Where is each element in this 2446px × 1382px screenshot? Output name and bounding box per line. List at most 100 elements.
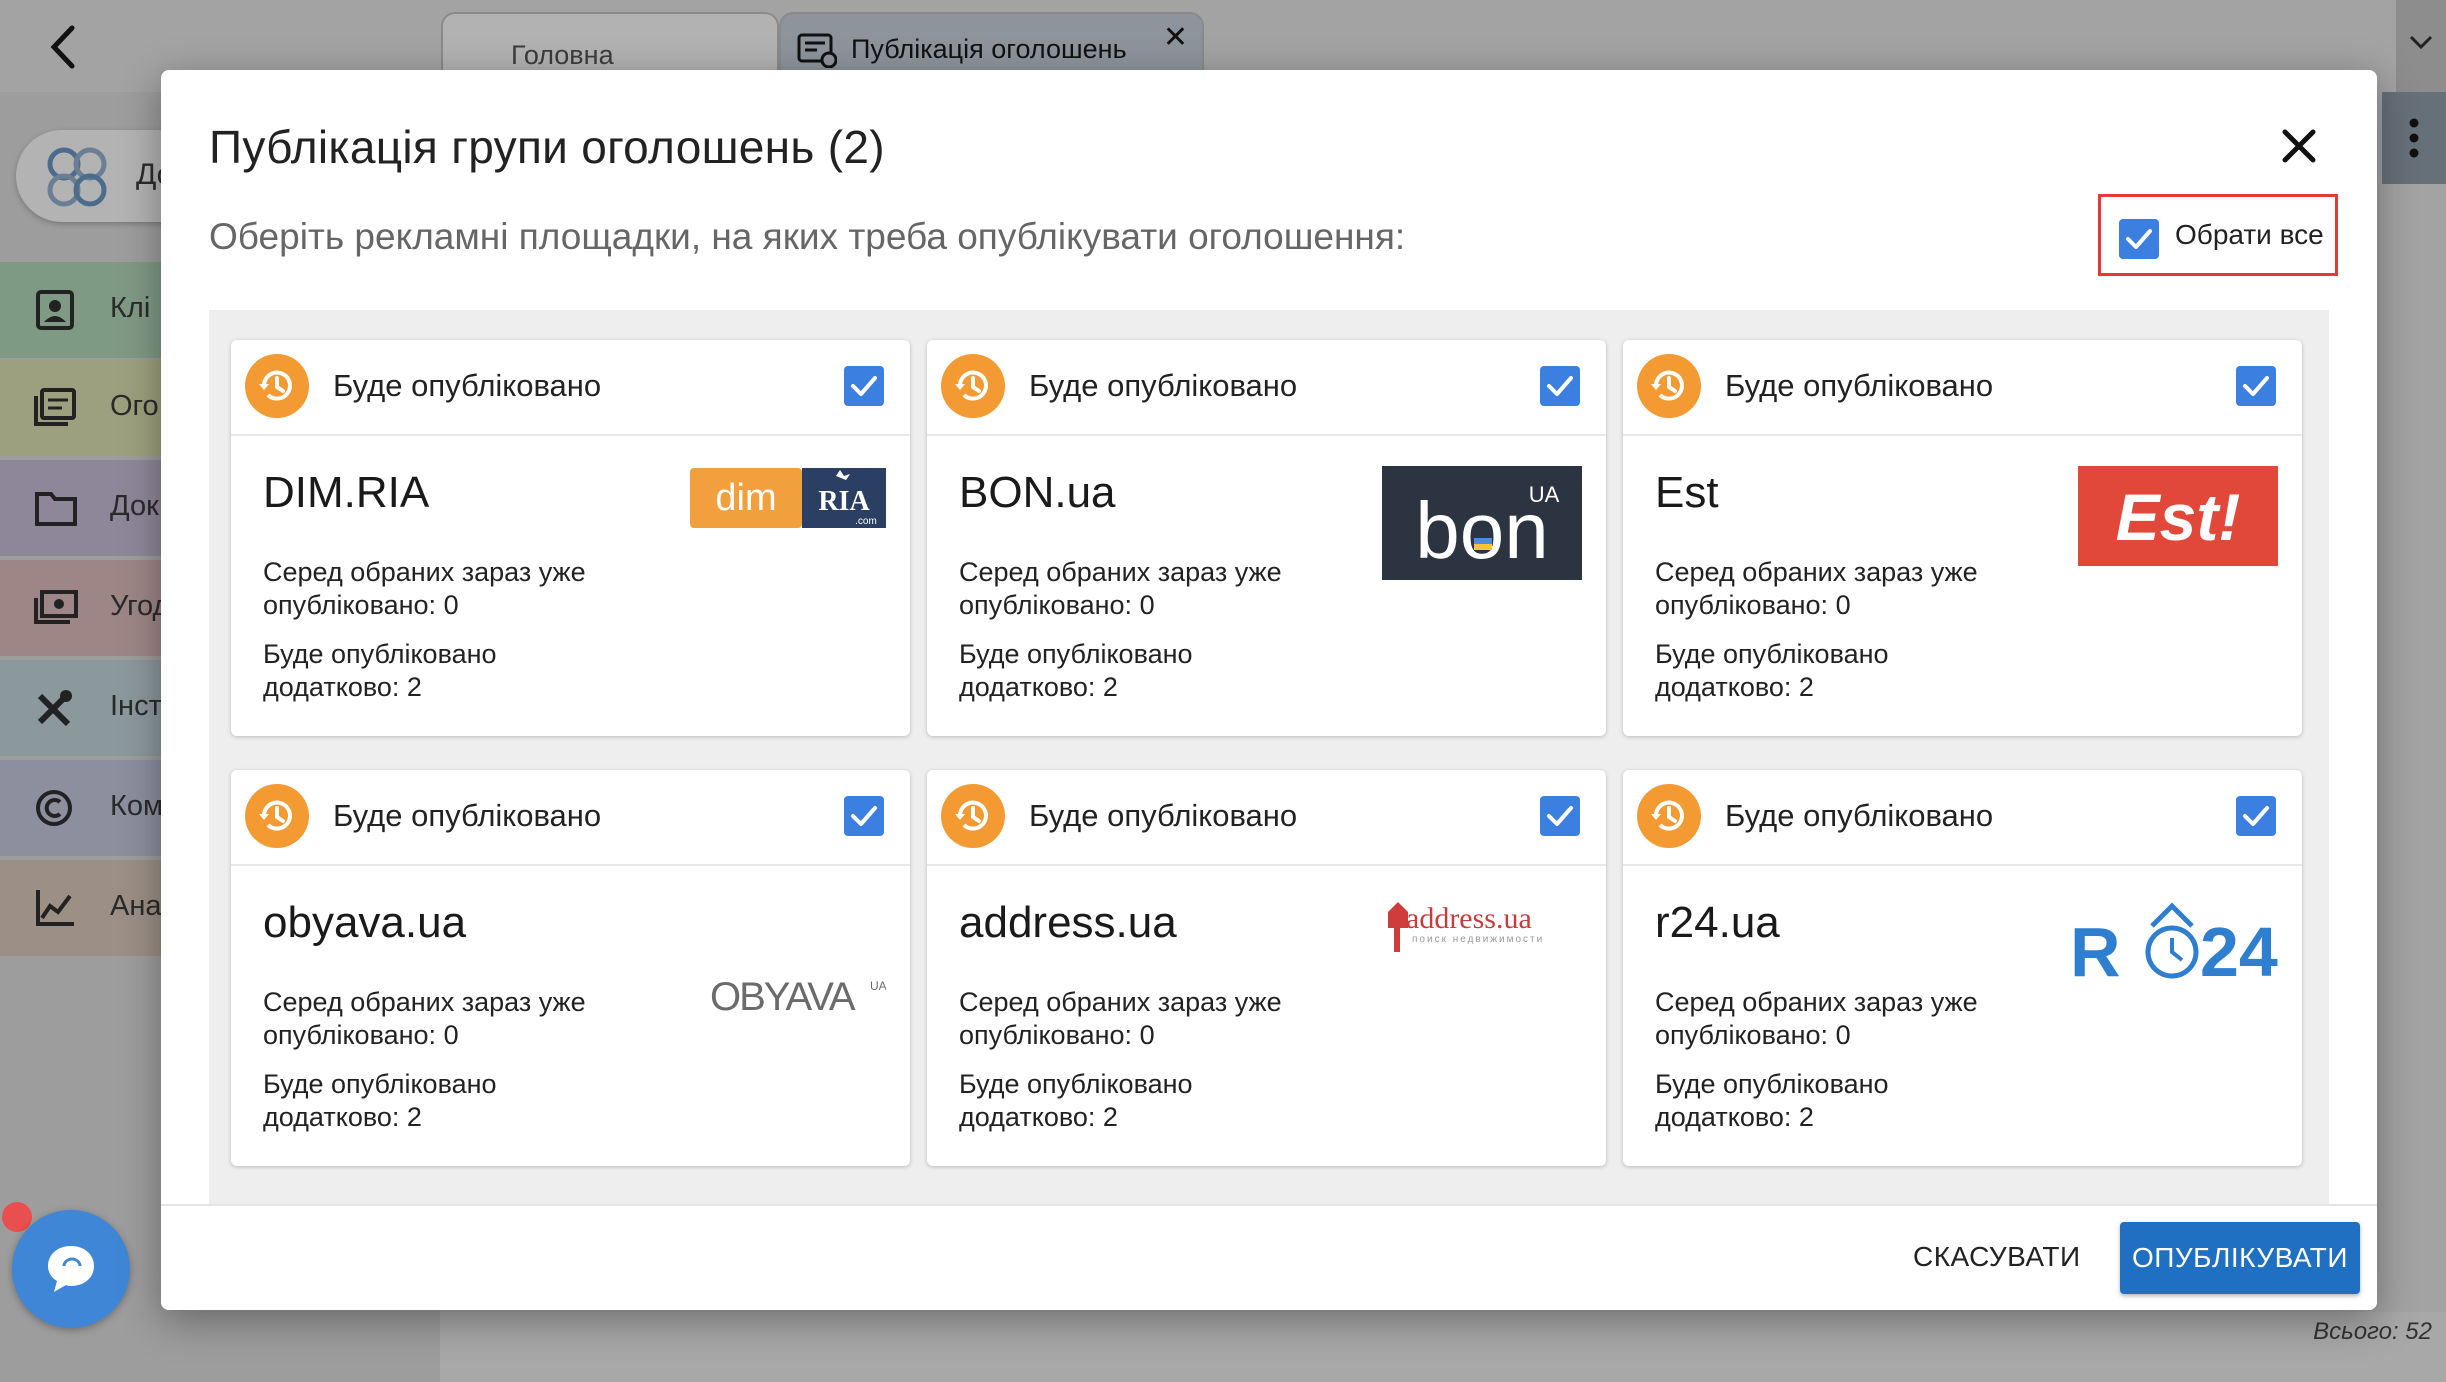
contacts-icon bbox=[36, 290, 74, 330]
will-publish-stat: Буде опубліковано додатково: 2 bbox=[1655, 1069, 1889, 1132]
bon-ua-logo: bon UA bbox=[1382, 466, 1582, 585]
tab-close-icon[interactable]: ✕ bbox=[1163, 20, 1188, 55]
bon-ua-text: UA bbox=[1529, 482, 1560, 507]
copyright-icon bbox=[36, 790, 72, 826]
ria-com-text: .com bbox=[855, 516, 877, 527]
platform-card-obyava[interactable]: Буде опубліковано obyava.ua Серед обрани… bbox=[231, 770, 910, 1166]
cancel-button[interactable]: СКАСУВАТИ bbox=[1907, 1240, 2087, 1274]
history-icon bbox=[245, 784, 309, 848]
chat-button[interactable] bbox=[12, 1210, 130, 1328]
listing-publish-icon bbox=[797, 32, 838, 69]
account-logo-icon bbox=[47, 147, 107, 207]
dialog-footer: СКАСУВАТИ ОПУБЛІКУВАТИ bbox=[161, 1204, 2377, 1310]
already-published-stat: Серед обраних зараз уже опубліковано: 0 bbox=[263, 557, 586, 620]
select-all-label: Обрати все bbox=[2175, 219, 2324, 250]
listings-icon bbox=[34, 388, 76, 426]
tab-publication-label: Публікація оголошень bbox=[851, 34, 1127, 64]
obyava-ua-text: UA bbox=[870, 979, 886, 993]
table-footer bbox=[440, 1312, 2446, 1382]
est-logo: Est! bbox=[2078, 466, 2278, 571]
publish-button[interactable]: ОПУБЛІКУВАТИ bbox=[2120, 1222, 2360, 1294]
dialog-title: Публікація групи оголошень (2) bbox=[209, 121, 885, 173]
platform-card-address[interactable]: Буде опубліковано address.ua Серед обран… bbox=[927, 770, 1606, 1166]
ria-logo-text: RIA bbox=[818, 486, 870, 517]
card-header: Буде опубліковано bbox=[231, 770, 910, 866]
platform-card-dimria[interactable]: Буде опубліковано DIM.RIA Серед обраних … bbox=[231, 340, 910, 736]
analytics-icon bbox=[36, 890, 74, 926]
checkbox-checked-icon[interactable] bbox=[844, 796, 884, 841]
platforms-grid: Буде опубліковано DIM.RIA Серед обраних … bbox=[209, 310, 2329, 1210]
checkbox-checked-icon[interactable] bbox=[844, 366, 884, 411]
will-publish-stat: Буде опубліковано додатково: 2 bbox=[263, 639, 497, 702]
platform-name: BON.ua bbox=[959, 468, 1116, 517]
dim-logo-text: dim bbox=[715, 477, 776, 519]
already-published-stat: Серед обраних зараз уже опубліковано: 0 bbox=[1655, 987, 1978, 1050]
folder-icon bbox=[35, 492, 77, 526]
tools-icon bbox=[37, 690, 72, 727]
status-label: Буде опубліковано bbox=[333, 798, 602, 833]
sidebar-item-label: Ого bbox=[110, 390, 159, 422]
checkbox-checked-icon[interactable] bbox=[2236, 366, 2276, 411]
already-published-stat: Серед обраних зараз уже опубліковано: 0 bbox=[959, 987, 1282, 1050]
sidebar-item-label: Ком bbox=[110, 790, 163, 822]
platform-card-bon[interactable]: Буде опубліковано BON.ua Серед обраних з… bbox=[927, 340, 1606, 736]
more-options-button[interactable] bbox=[2382, 92, 2446, 184]
publish-dialog: Публікація групи оголошень (2) Оберіть р… bbox=[161, 70, 2377, 1310]
select-all-checkbox[interactable]: Обрати все bbox=[2098, 194, 2338, 276]
will-publish-stat: Буде опубліковано додатково: 2 bbox=[959, 1069, 1193, 1132]
more-vert-icon bbox=[2409, 118, 2419, 158]
already-published-stat: Серед обраних зараз уже опубліковано: 0 bbox=[959, 557, 1282, 620]
address-ua-logo: address.ua поиск недвижимости bbox=[1382, 898, 1582, 967]
history-icon bbox=[941, 354, 1005, 418]
address-logo-text: address.ua bbox=[1406, 902, 1532, 935]
sidebar-item-label: Ана bbox=[110, 890, 162, 922]
already-published-stat: Серед обраних зараз уже опубліковано: 0 bbox=[1655, 557, 1978, 620]
card-header: Буде опубліковано bbox=[231, 340, 910, 436]
card-header: Буде опубліковано bbox=[1623, 770, 2302, 866]
history-icon bbox=[1637, 354, 1701, 418]
close-icon[interactable] bbox=[2277, 124, 2321, 168]
status-label: Буде опубліковано bbox=[1725, 798, 1994, 833]
platform-name: Est bbox=[1655, 468, 1719, 517]
status-label: Буде опубліковано bbox=[1029, 798, 1298, 833]
est-logo-text: Est! bbox=[2116, 480, 2241, 554]
history-icon bbox=[245, 354, 309, 418]
platform-name: r24.ua bbox=[1655, 898, 1780, 947]
already-published-stat: Серед обраних зараз уже опубліковано: 0 bbox=[263, 987, 586, 1050]
will-publish-stat: Буде опубліковано додатково: 2 bbox=[959, 639, 1193, 702]
platform-card-est[interactable]: Буде опубліковано Est Серед обраних зара… bbox=[1623, 340, 2302, 736]
platform-name: address.ua bbox=[959, 898, 1177, 947]
tab-home-label: Головна bbox=[511, 40, 614, 70]
will-publish-stat: Буде опубліковано додатково: 2 bbox=[263, 1069, 497, 1132]
checkbox-checked-icon[interactable] bbox=[2236, 796, 2276, 841]
history-icon bbox=[941, 784, 1005, 848]
checkbox-checked-icon[interactable] bbox=[2119, 219, 2159, 264]
address-tagline-text: поиск недвижимости bbox=[1412, 934, 1544, 945]
dim-ria-logo: dim RIA .com bbox=[690, 466, 886, 535]
back-arrow-icon[interactable] bbox=[44, 22, 84, 72]
status-label: Буде опубліковано bbox=[1725, 368, 1994, 403]
sidebar-item-label: Інст bbox=[110, 690, 162, 722]
status-label: Буде опубліковано bbox=[333, 368, 602, 403]
dialog-subtitle: Оберіть рекламні площадки, на яких треба… bbox=[209, 216, 1406, 257]
sidebar-item-label: Клі bbox=[110, 292, 151, 324]
will-publish-stat: Буде опубліковано додатково: 2 bbox=[1655, 639, 1889, 702]
card-header: Буде опубліковано bbox=[927, 340, 1606, 436]
r24-logo: R 24 bbox=[2068, 890, 2278, 999]
tabs-dropdown-button[interactable] bbox=[2396, 0, 2446, 92]
checkbox-checked-icon[interactable] bbox=[1540, 366, 1580, 411]
card-header: Буде опубліковано bbox=[927, 770, 1606, 866]
obyava-logo: OBYAVA UA bbox=[706, 970, 887, 1025]
status-label: Буде опубліковано bbox=[1029, 368, 1298, 403]
chat-bubble-icon bbox=[48, 1246, 94, 1292]
platform-name: DIM.RIA bbox=[263, 468, 430, 517]
sidebar-item-label: Док bbox=[110, 490, 159, 522]
card-header: Буде опубліковано bbox=[1623, 340, 2302, 436]
platform-name: obyava.ua bbox=[263, 898, 467, 947]
platform-card-r24[interactable]: Буде опубліковано r24.ua Серед обраних з… bbox=[1623, 770, 2302, 1166]
checkbox-checked-icon[interactable] bbox=[1540, 796, 1580, 841]
deals-icon bbox=[34, 590, 78, 624]
r24-num-text: 24 bbox=[2200, 913, 2278, 991]
r24-r-text: R bbox=[2070, 913, 2121, 991]
history-icon bbox=[1637, 784, 1701, 848]
